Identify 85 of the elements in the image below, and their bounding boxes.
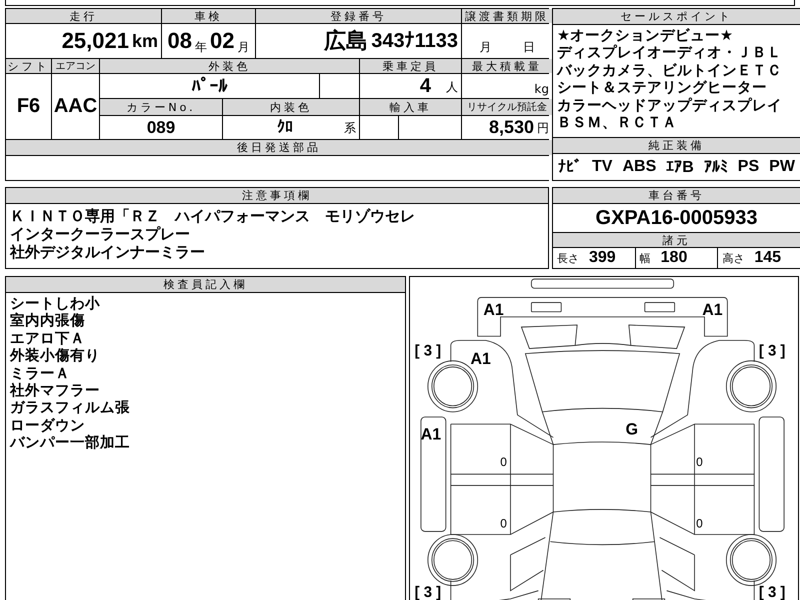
- unit-label: 系: [344, 120, 356, 137]
- column-header: 注意事項欄: [6, 188, 548, 203]
- equipment-item: ﾅﾋﾞ: [558, 158, 582, 176]
- column-header: 外装色: [100, 59, 359, 73]
- equipment-item: PW: [769, 158, 795, 176]
- sales-point-line: シート＆ステアリングヒーター: [557, 80, 768, 98]
- note-line: ＫＩＮＴＯ専用「ＲＺ ハイパフォーマンス モリゾウセレ: [10, 207, 416, 225]
- spec-value: 399: [589, 249, 616, 267]
- equipment-item: ABS: [622, 158, 656, 176]
- column-header: セールスポイント: [553, 9, 800, 24]
- tire-grade: [ 3 ]: [758, 342, 786, 360]
- spec-label: 幅: [640, 250, 651, 266]
- inspector-note: ガラスフィルム張: [10, 400, 131, 418]
- inspector-note: エアロ下Ａ: [10, 330, 86, 348]
- sales-point-line: ＢＳＭ、ＲＣＴＡ: [557, 114, 678, 132]
- unit-label: km: [132, 30, 158, 52]
- inspector-note: 社外マフラー: [10, 382, 101, 400]
- tread-mark: 0: [696, 454, 703, 470]
- note-line: インタークーラースプレー: [10, 225, 191, 243]
- sales-point-line: ディスプレイオーディオ・ＪＢＬ: [557, 45, 783, 63]
- equipment-item: TV: [592, 158, 612, 176]
- note-line: 社外デジタルインナーミラー: [10, 243, 206, 261]
- column-header: 検査員記入欄: [6, 277, 405, 292]
- inspector-note: 外装小傷有り: [10, 348, 101, 366]
- mileage-value: 25,021: [62, 28, 129, 54]
- sales-point-line: バックカメラ、ビルトインＥＴＣ: [557, 62, 783, 80]
- column-header: 車検: [162, 9, 255, 23]
- unit-label: 円: [537, 120, 549, 137]
- column-header: 車台番号: [553, 188, 800, 203]
- spec-value: 180: [660, 249, 688, 267]
- equipment-item: ｴｱB: [666, 158, 694, 176]
- recycle-fee-value: 8,530: [488, 117, 534, 138]
- equipment-item: PS: [738, 158, 760, 176]
- unit-label: 月: [237, 39, 250, 56]
- column-header: シフト: [6, 59, 51, 73]
- damage-code: A1: [483, 300, 504, 319]
- column-header: 譲渡書類期限: [462, 9, 552, 23]
- inspector-note: バンパー一部加工: [10, 435, 131, 453]
- unit-label: 人: [446, 79, 458, 96]
- column-header: 登録番号: [256, 9, 461, 23]
- unit-label: kg: [534, 82, 549, 96]
- color-number: 089: [146, 118, 176, 138]
- inspector-note: 室内内張傷: [10, 313, 86, 331]
- tire-grade: [ 3 ]: [758, 584, 786, 600]
- unit-label: 月: [479, 39, 492, 56]
- color-value: ﾊﾟｰﾙ: [192, 76, 228, 96]
- spec-value: 145: [754, 249, 782, 267]
- column-header: 乗車定員: [360, 59, 461, 73]
- sales-point-line: ★オークションデビュー★: [557, 28, 734, 44]
- chassis-number: GXPA16-0005933: [596, 206, 758, 230]
- plate-number: 343ﾅ1133: [371, 29, 458, 53]
- column-header: 走行: [6, 9, 161, 23]
- region-name: 広島: [324, 27, 368, 55]
- equipment-item: ｱﾙﾐ: [704, 158, 728, 176]
- inspector-note: ローダウン: [10, 418, 86, 434]
- column-header: カラーNo.: [100, 99, 222, 115]
- damage-code: A1: [702, 300, 723, 319]
- unit-label: 年: [195, 39, 207, 56]
- inspector-note: シートしわ小: [10, 296, 101, 312]
- capacity-value: 4: [420, 74, 431, 98]
- tread-mark: 0: [500, 454, 507, 470]
- tread-mark: 0: [500, 516, 507, 530]
- month-value: 02: [210, 28, 234, 54]
- column-header: リサイクル預託金: [462, 99, 552, 115]
- shift-value: F6: [16, 95, 40, 118]
- column-header: 内装色: [223, 99, 359, 115]
- damage-code: G: [626, 420, 638, 438]
- tread-mark: 0: [696, 516, 703, 530]
- spec-label: 高さ: [722, 250, 744, 266]
- spec-label: 長さ: [557, 250, 579, 266]
- column-header: エアコン: [52, 59, 99, 73]
- interior-color-value: ｸﾛ: [277, 118, 293, 137]
- tire-grade: [ 3 ]: [414, 584, 442, 600]
- column-header: 輸入車: [360, 99, 461, 115]
- column-header: 純正装備: [553, 138, 800, 153]
- column-header: 諸元: [553, 233, 800, 247]
- column-header: 後日発送部品: [6, 140, 552, 155]
- damage-code: A1: [470, 350, 491, 368]
- column-header: 最大積載量: [462, 59, 552, 73]
- year-value: 08: [168, 28, 192, 54]
- sales-point-line: カラーヘッドアップディスプレイ: [557, 98, 783, 115]
- inspector-note: ミラーＡ: [10, 366, 71, 382]
- tire-grade: [ 3 ]: [414, 342, 442, 360]
- unit-label: 日: [522, 39, 535, 56]
- aircon-value: AAC: [54, 95, 98, 118]
